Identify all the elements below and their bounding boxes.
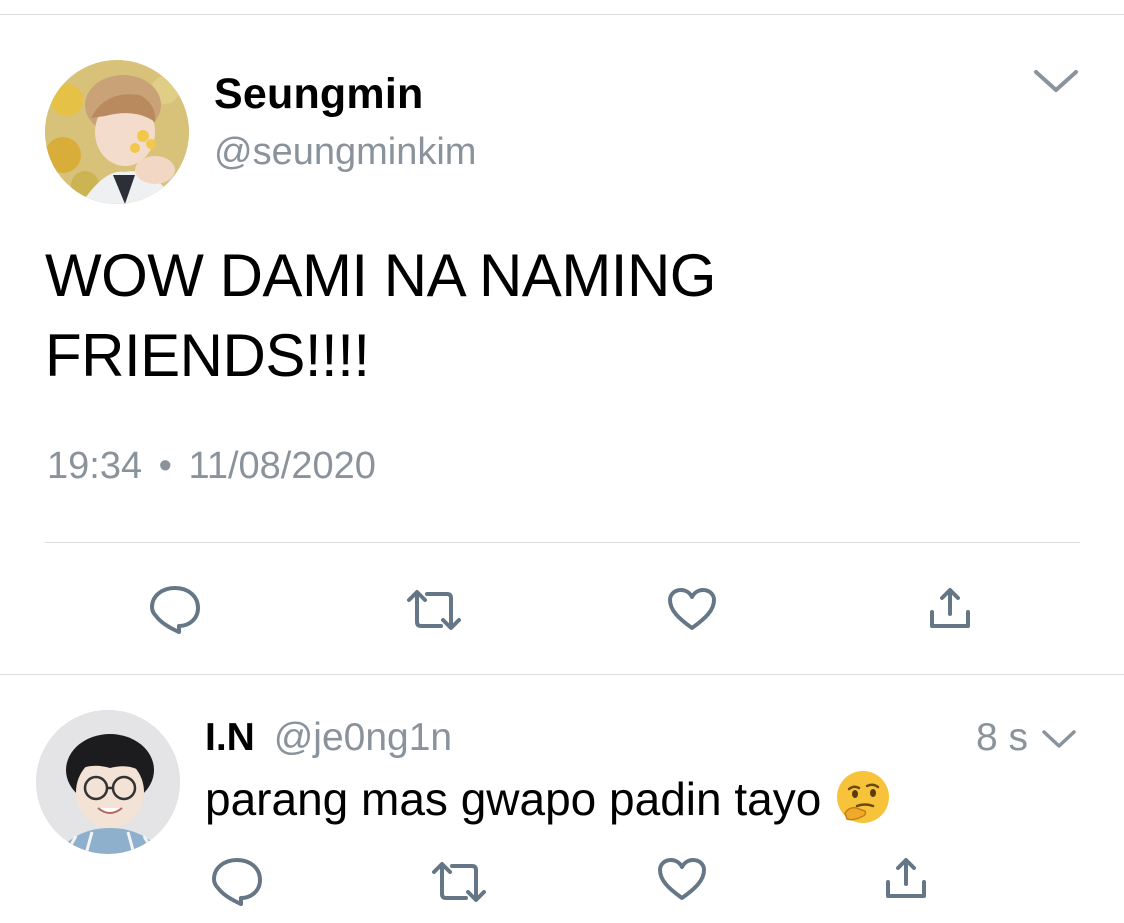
author-avatar[interactable] — [45, 60, 189, 204]
reply-text-content: parang mas gwapo padin tayo — [205, 773, 822, 825]
retweet-icon[interactable] — [430, 860, 488, 904]
thinking-face-emoji-icon — [835, 769, 891, 825]
share-icon[interactable] — [882, 856, 930, 902]
tweet-date: 11/08/2020 — [188, 445, 376, 487]
top-divider — [0, 14, 1124, 15]
like-icon[interactable] — [666, 586, 718, 632]
tweet-time: 19:34 — [47, 445, 143, 487]
tweet-timestamp: 19:34 • 11/08/2020 — [47, 445, 376, 488]
tweet-text-line-1: WOW DAMI NA NAMING — [45, 242, 716, 309]
author-name[interactable]: Seungmin — [214, 70, 423, 119]
reply-author-handle[interactable]: @je0ng1n — [274, 716, 452, 759]
reply-timestamp: 8 s — [975, 716, 1028, 759]
share-icon[interactable] — [926, 586, 974, 632]
reply-icon[interactable] — [148, 584, 202, 636]
meta-separator: • — [158, 445, 172, 487]
reply-icon[interactable] — [210, 856, 264, 908]
chevron-down-icon[interactable] — [1040, 726, 1078, 754]
reply-header: I.N @je0ng1n — [205, 716, 452, 760]
tweet-text: WOW DAMI NA NAMING FRIENDS!!!! — [45, 236, 1085, 396]
divider — [45, 542, 1080, 543]
reply-author-avatar[interactable] — [36, 710, 180, 854]
like-icon[interactable] — [656, 856, 708, 902]
chevron-down-icon[interactable] — [1030, 62, 1082, 102]
retweet-icon[interactable] — [405, 588, 463, 632]
section-divider — [0, 674, 1124, 675]
author-handle[interactable]: @seungminkim — [214, 131, 476, 174]
tweet-text-line-2: FRIENDS!!!! — [45, 322, 370, 389]
reply-author-name[interactable]: I.N — [205, 716, 255, 759]
reply-text: parang mas gwapo padin tayo — [205, 769, 891, 831]
